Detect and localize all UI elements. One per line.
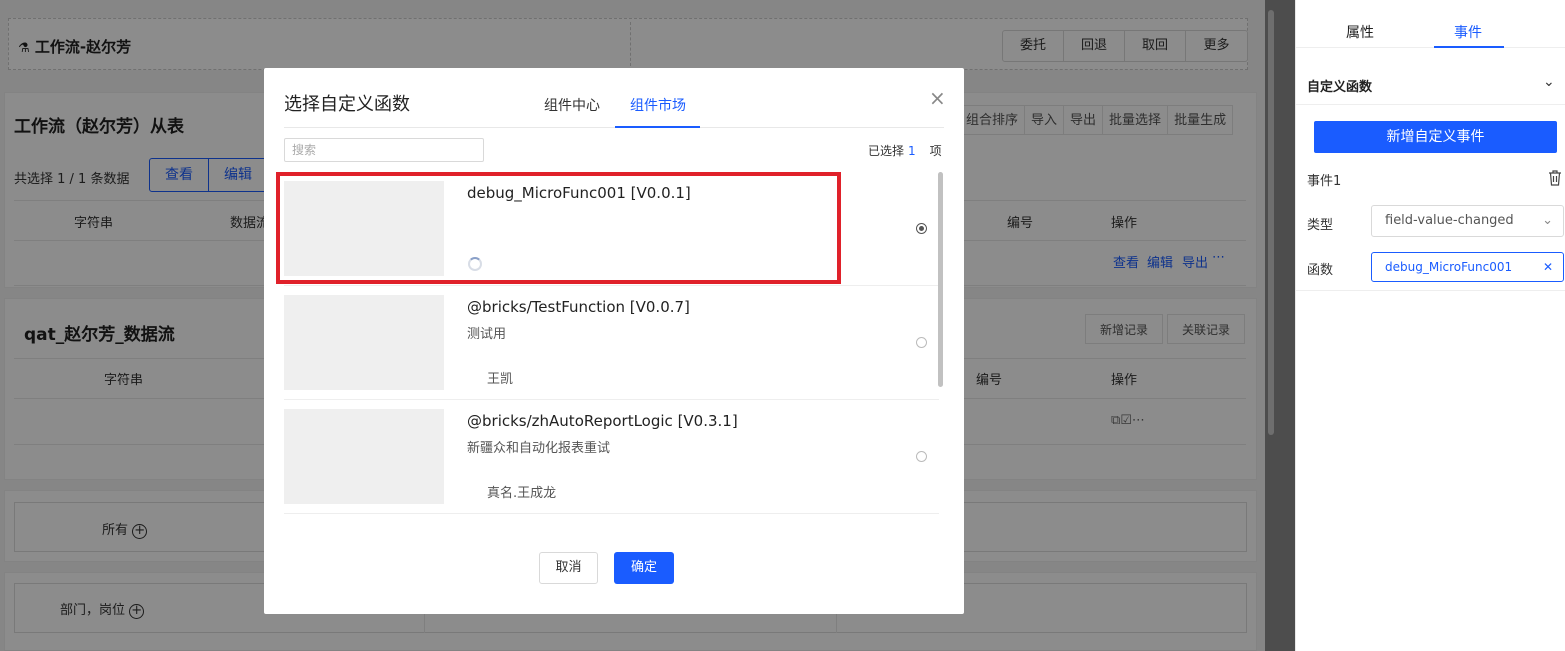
list-item[interactable]: @bricks/zhAutoReportLogic [V0.3.1] 新疆众和自… [284, 400, 939, 514]
tab-component-center[interactable]: 组件中心 [544, 95, 600, 115]
function-select[interactable]: debug_MicroFunc001 ✕ [1371, 252, 1564, 282]
function-thumbnail [284, 409, 444, 504]
section-divider [1296, 104, 1565, 105]
function-value: debug_MicroFunc001 [1385, 260, 1513, 274]
add-custom-event-button[interactable]: 新增自定义事件 [1314, 121, 1557, 153]
clear-icon[interactable]: ✕ [1543, 253, 1553, 281]
trash-icon[interactable] [1548, 170, 1562, 186]
confirm-button[interactable]: 确定 [614, 552, 674, 584]
tab-divider [1296, 47, 1565, 48]
list-scrollbar[interactable] [938, 172, 943, 387]
function-description: 新疆众和自动化报表重试 [467, 441, 611, 456]
function-description: 测试用 [467, 327, 507, 342]
custom-function-title: 自定义函数 [1307, 80, 1373, 95]
radio-unselected[interactable] [916, 337, 927, 348]
list-item[interactable]: @bricks/TestFunction [V0.0.7] 测试用 王凯 [284, 286, 939, 400]
chevron-down-icon: ⌄ [1542, 213, 1553, 228]
function-thumbnail [284, 295, 444, 390]
tab-events[interactable]: 事件 [1454, 22, 1482, 42]
select-function-dialog: 选择自定义函数 组件中心 组件市场 × 搜索 已选择 1 项 debug_Micro… [264, 68, 964, 614]
chevron-down-icon[interactable]: ⌄ [1543, 74, 1555, 90]
event-type-value: field-value-changed [1385, 213, 1514, 228]
cancel-button[interactable]: 取消 [539, 552, 598, 584]
tab-divider [284, 127, 944, 128]
type-label: 类型 [1307, 218, 1334, 233]
event-name-label: 事件1 [1307, 174, 1342, 189]
tab-active-indicator [1434, 46, 1504, 48]
radio-unselected[interactable] [916, 451, 927, 462]
selected-count: 已选择 1 项 [868, 144, 942, 158]
function-author: 真名.王成龙 [487, 486, 557, 501]
section-divider [1296, 290, 1565, 291]
tab-properties[interactable]: 属性 [1346, 22, 1374, 42]
tab-active-indicator [615, 126, 700, 128]
selection-highlight-box [276, 172, 841, 284]
function-author: 王凯 [487, 372, 514, 387]
page-scrollbar-thumb[interactable] [1268, 10, 1274, 435]
function-name: @bricks/zhAutoReportLogic [V0.3.1] [467, 412, 738, 430]
close-icon[interactable]: × [929, 88, 946, 108]
search-input[interactable]: 搜索 [284, 138, 484, 162]
radio-selected[interactable] [916, 223, 927, 234]
function-name: @bricks/TestFunction [V0.0.7] [467, 298, 690, 316]
property-panel: 属性 事件 自定义函数 ⌄ 新增自定义事件 事件1 类型 field-value… [1295, 0, 1565, 651]
dialog-title: 选择自定义函数 [284, 94, 410, 115]
function-label: 函数 [1307, 263, 1334, 278]
tab-component-market[interactable]: 组件市场 [630, 95, 686, 115]
event-type-select[interactable]: field-value-changed ⌄ [1371, 205, 1564, 237]
